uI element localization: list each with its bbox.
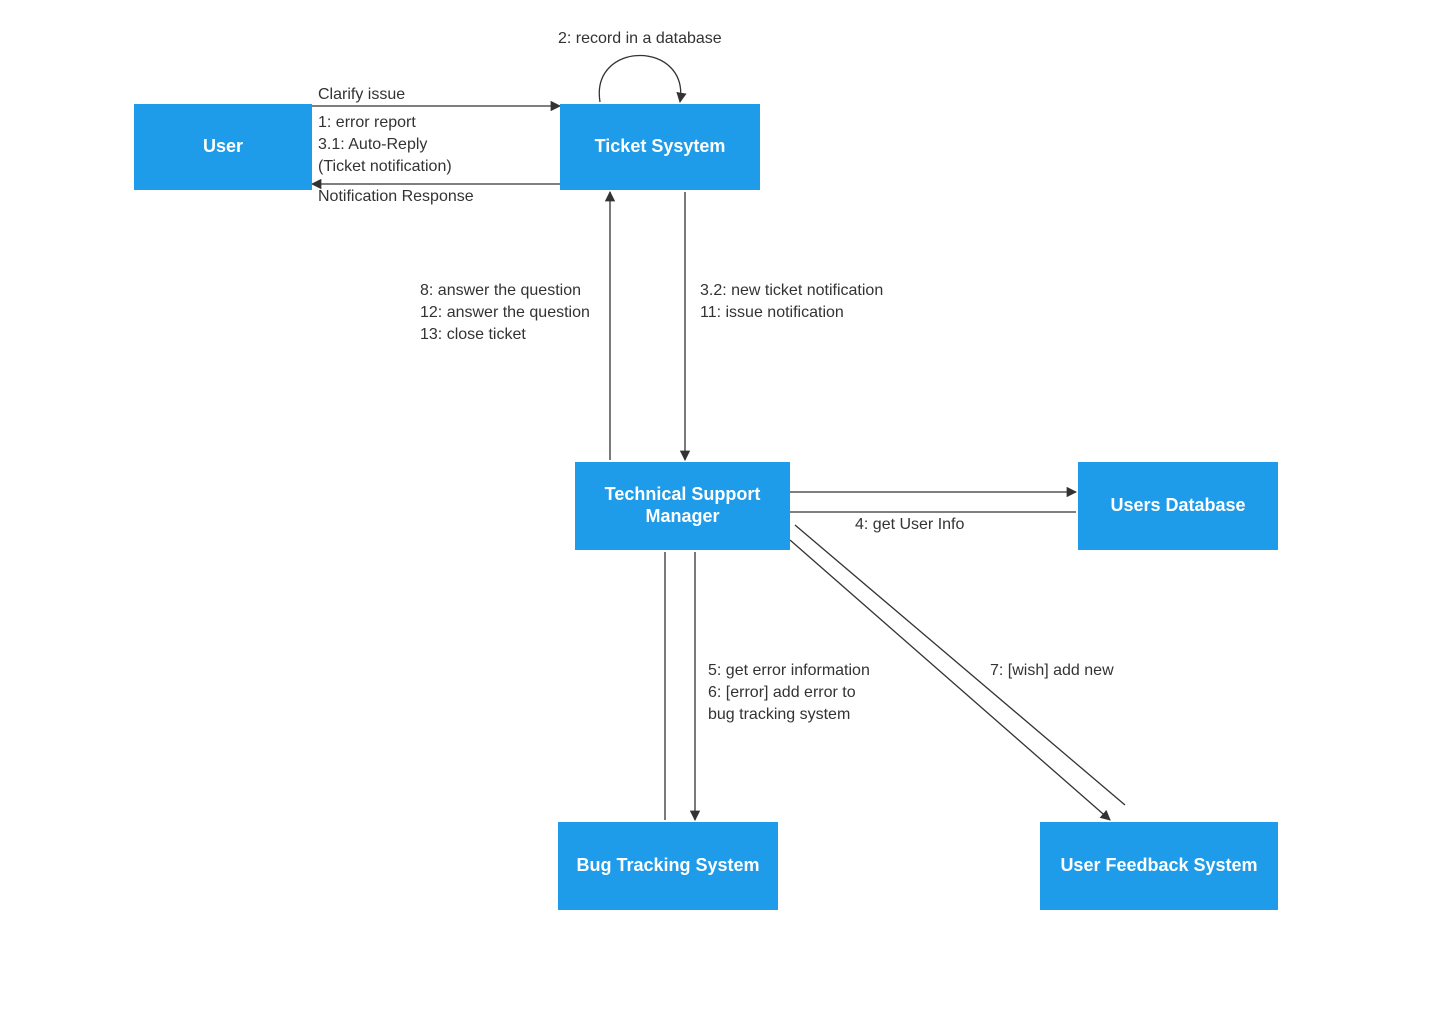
label-get-user-info: 4: get User Info bbox=[855, 514, 964, 536]
node-ticket-system: Ticket Sysytem bbox=[560, 104, 760, 190]
node-feedback-system: User Feedback System bbox=[1040, 822, 1278, 910]
node-users-database: Users Database bbox=[1078, 462, 1278, 550]
label-get-error-info: 5: get error information bbox=[708, 660, 870, 682]
label-answer-12: 12: answer the question bbox=[420, 302, 590, 324]
label-self-loop: 2: record in a database bbox=[558, 28, 722, 50]
label-wish-add-new: 7: [wish] add new bbox=[990, 660, 1114, 682]
label-new-ticket-notification: 3.2: new ticket notification bbox=[700, 280, 883, 302]
label-answer-8: 8: answer the question bbox=[420, 280, 581, 302]
node-user: User bbox=[134, 104, 312, 190]
node-support-manager-label: Technical Support Manager bbox=[579, 484, 786, 527]
node-support-manager: Technical Support Manager bbox=[575, 462, 790, 550]
node-bug-tracking-label: Bug Tracking System bbox=[576, 855, 759, 877]
label-error-report: 1: error report bbox=[318, 112, 416, 134]
label-close-ticket: 13: close ticket bbox=[420, 324, 526, 346]
node-bug-tracking: Bug Tracking System bbox=[558, 822, 778, 910]
label-clarify-issue: Clarify issue bbox=[318, 84, 405, 106]
node-feedback-system-label: User Feedback System bbox=[1060, 855, 1257, 877]
label-auto-reply: 3.1: Auto-Reply bbox=[318, 134, 427, 156]
label-issue-notification: 11: issue notification bbox=[700, 302, 844, 324]
node-ticket-system-label: Ticket Sysytem bbox=[595, 136, 726, 158]
node-users-database-label: Users Database bbox=[1110, 495, 1245, 517]
node-user-label: User bbox=[203, 136, 243, 158]
label-bug-tracking-line3: bug tracking system bbox=[708, 704, 850, 726]
label-add-error-bug: 6: [error] add error to bbox=[708, 682, 856, 704]
label-ticket-notification: (Ticket notification) bbox=[318, 156, 452, 178]
label-notification-response: Notification Response bbox=[318, 186, 474, 208]
